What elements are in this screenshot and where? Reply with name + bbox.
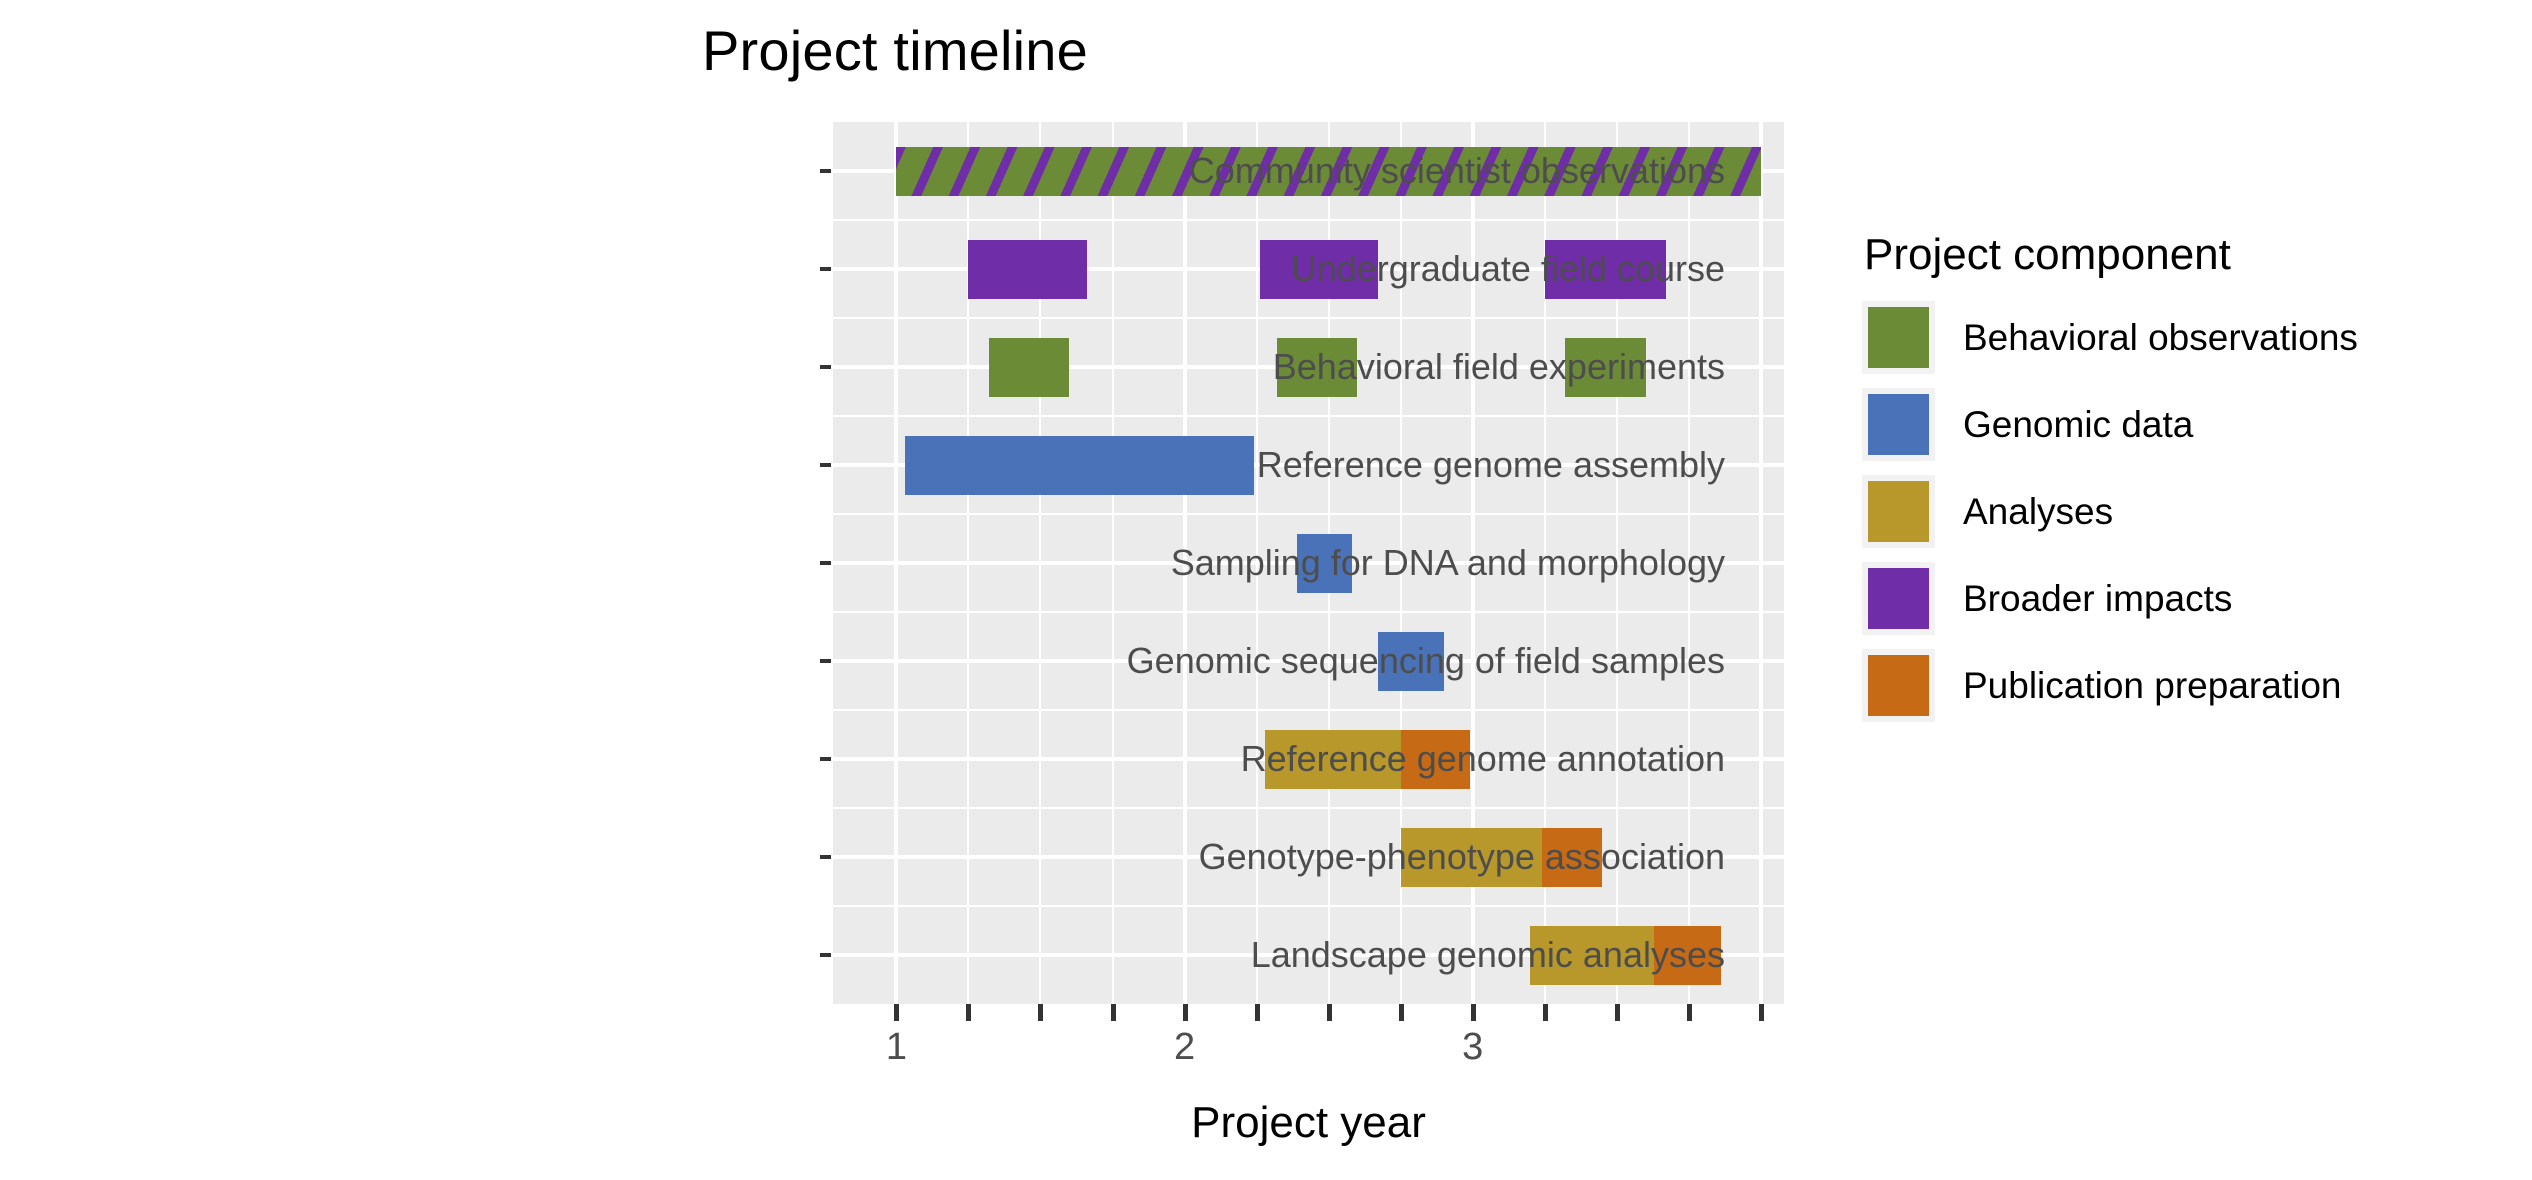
- legend-key-background: [1862, 301, 1935, 374]
- y-tick-mark: [820, 659, 831, 663]
- x-tick-mark: [894, 1004, 900, 1021]
- x-tick-mark: [1398, 1004, 1404, 1021]
- legend-item: Analyses: [1862, 468, 2358, 555]
- legend-key-background: [1862, 475, 1935, 548]
- legend-color-swatch: [1868, 568, 1929, 629]
- gridline-y-minor: [833, 611, 1784, 613]
- gridline-y-minor: [833, 317, 1784, 319]
- x-axis-title: Project year: [1191, 1098, 1426, 1147]
- gantt-bar: [988, 337, 1070, 397]
- gridline-y-minor: [833, 905, 1784, 907]
- x-tick-mark: [1686, 1004, 1692, 1021]
- gantt-chart-figure: Project timeline Community scientist obs…: [0, 0, 2532, 1180]
- legend-item-label: Analyses: [1963, 490, 2114, 532]
- legend-title: Project component: [1864, 230, 2231, 279]
- legend-item: Behavioral observations: [1862, 294, 2358, 381]
- legend-item-label: Publication preparation: [1963, 664, 2342, 706]
- x-tick-label: 2: [1174, 1026, 1196, 1068]
- x-tick-mark: [1470, 1004, 1476, 1021]
- legend-color-swatch: [1868, 655, 1929, 716]
- y-tick-label: Undergraduate field course: [1290, 248, 1725, 289]
- legend-item: Broader impacts: [1862, 555, 2358, 642]
- legend-key-background: [1862, 562, 1935, 635]
- legend-item-label: Behavioral observations: [1963, 316, 2358, 358]
- x-tick-label: 3: [1462, 1026, 1484, 1068]
- legend-item-label: Broader impacts: [1963, 577, 2233, 619]
- x-tick-mark: [1254, 1004, 1260, 1021]
- gridline-y-minor: [833, 219, 1784, 221]
- legend-color-swatch: [1868, 307, 1929, 368]
- y-tick-mark: [820, 463, 831, 467]
- y-tick-mark: [820, 855, 831, 859]
- gridline-y-minor: [833, 513, 1784, 515]
- gantt-bar: [968, 239, 1087, 299]
- legend-key-background: [1862, 649, 1935, 722]
- legend-color-swatch: [1868, 481, 1929, 542]
- y-tick-mark: [820, 953, 831, 957]
- y-tick-label: Reference genome annotation: [1240, 738, 1725, 779]
- y-tick-label: Behavioral field experiments: [1272, 346, 1725, 387]
- x-tick-mark: [1758, 1004, 1764, 1021]
- legend-key-background: [1862, 388, 1935, 461]
- y-tick-mark: [820, 757, 831, 761]
- gridline-y-minor: [833, 415, 1784, 417]
- y-tick-label: Community scientist observations: [1188, 150, 1725, 191]
- y-tick-mark: [820, 365, 831, 369]
- legend-item-label: Genomic data: [1963, 403, 2194, 445]
- chart-title: Project timeline: [701, 19, 1088, 82]
- x-tick-mark: [1542, 1004, 1548, 1021]
- x-tick-mark: [1038, 1004, 1044, 1021]
- y-tick-label: Reference genome assembly: [1256, 444, 1725, 485]
- x-tick-mark: [1182, 1004, 1188, 1021]
- x-tick-mark: [1326, 1004, 1332, 1021]
- y-tick-label: Genotype-phenotype association: [1198, 836, 1725, 877]
- y-tick-mark: [820, 561, 831, 565]
- x-tick-mark: [966, 1004, 972, 1021]
- y-tick-label: Landscape genomic analyses: [1250, 934, 1725, 975]
- x-tick-label: 1: [885, 1026, 907, 1068]
- y-tick-mark: [820, 169, 831, 173]
- y-tick-mark: [820, 267, 831, 271]
- gantt-bar: [905, 435, 1254, 495]
- x-tick-mark: [1614, 1004, 1620, 1021]
- legend-color-swatch: [1868, 394, 1929, 455]
- gridline-y-minor: [833, 807, 1784, 809]
- legend-items: Behavioral observations Genomic data Analy…: [1862, 294, 2358, 729]
- x-tick-mark: [1110, 1004, 1116, 1021]
- legend-item: Genomic data: [1862, 381, 2358, 468]
- legend: Project component Behavioral observation…: [1862, 230, 2358, 729]
- gridline-y-minor: [833, 709, 1784, 711]
- y-tick-label: Sampling for DNA and morphology: [1170, 542, 1725, 583]
- legend-item: Publication preparation: [1862, 642, 2358, 729]
- y-tick-label: Genomic sequencing of field samples: [1126, 640, 1725, 681]
